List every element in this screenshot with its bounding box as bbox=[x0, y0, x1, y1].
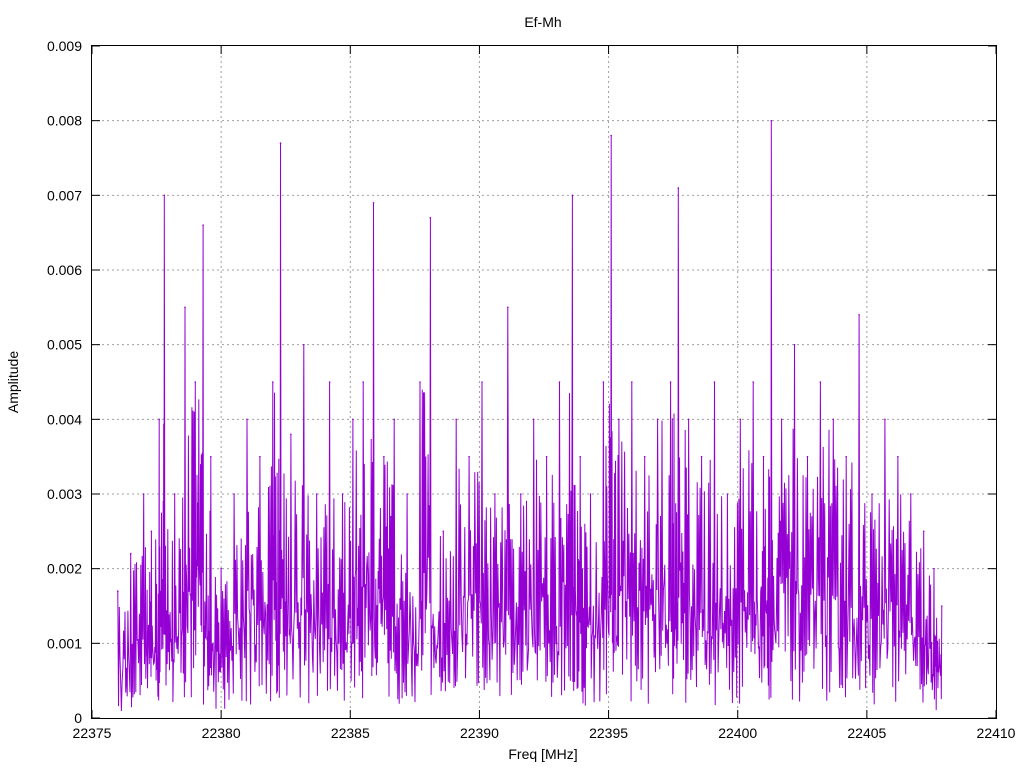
series-peak-point bbox=[290, 433, 292, 436]
amplitude-spectrum-chart: 22375 22380 22385 22390 22395 22400 22405 22410… bbox=[0, 0, 1024, 768]
series-peak-point bbox=[142, 493, 145, 495]
series-peak-point bbox=[806, 455, 809, 458]
series-peak-point bbox=[832, 418, 835, 421]
series-peak-point bbox=[780, 418, 783, 421]
series-peak-point bbox=[302, 343, 305, 346]
series-peak-point bbox=[184, 306, 186, 309]
series-peak-point bbox=[589, 493, 592, 495]
series-peak-point bbox=[610, 134, 612, 137]
series-peak-point bbox=[419, 381, 421, 383]
series-peak-point bbox=[940, 605, 943, 607]
series-peak-point bbox=[341, 493, 344, 495]
series-peak-point bbox=[558, 381, 561, 383]
y-tick-label: 0.007 bbox=[47, 187, 82, 203]
series-peak-point bbox=[656, 418, 659, 421]
series-peak-point bbox=[933, 567, 935, 570]
series-peak-point bbox=[819, 381, 822, 383]
series-peak-point bbox=[406, 493, 408, 495]
series-peak-point bbox=[494, 493, 496, 495]
series-peak-point bbox=[739, 418, 742, 421]
series-peak-point bbox=[220, 567, 222, 570]
series-peak-point bbox=[202, 224, 204, 226]
series-peak-point bbox=[173, 493, 176, 495]
series-peak-point bbox=[352, 418, 354, 421]
y-tick-label: 0 bbox=[74, 710, 82, 726]
y-tick-label: 0.001 bbox=[47, 635, 82, 651]
series-peak-point bbox=[845, 455, 847, 458]
series-peak-point bbox=[150, 530, 153, 533]
y-tick-label: 0.003 bbox=[47, 486, 82, 502]
series-peak-point bbox=[532, 418, 535, 421]
series-peak-point bbox=[858, 314, 860, 316]
series-peak-point bbox=[163, 194, 166, 197]
series-peak-point bbox=[507, 306, 509, 309]
series-peak-point bbox=[579, 455, 581, 458]
series-peak-point bbox=[279, 142, 282, 144]
series-peak-point bbox=[726, 493, 729, 495]
series-peak-point bbox=[602, 381, 605, 383]
series-peak-point bbox=[383, 455, 385, 458]
y-tick-label: 0.006 bbox=[47, 262, 82, 278]
series-peak-point bbox=[922, 530, 925, 533]
y-tick-label: 0.005 bbox=[47, 337, 82, 353]
series-peak-point bbox=[700, 455, 703, 458]
series-peak-point bbox=[442, 530, 445, 533]
series-peak-point bbox=[372, 202, 375, 204]
series-peak-point bbox=[884, 418, 886, 421]
series-peak-point bbox=[117, 590, 119, 592]
x-tick-label: 22400 bbox=[718, 725, 757, 741]
series-peak-point bbox=[455, 418, 457, 421]
series-peak-point bbox=[429, 216, 432, 219]
x-tick-label: 22395 bbox=[589, 725, 628, 741]
series-peak-point bbox=[793, 343, 796, 346]
series-peak-point bbox=[752, 381, 755, 383]
x-tick-label: 22410 bbox=[977, 725, 1016, 741]
x-tick-label: 22390 bbox=[460, 725, 499, 741]
series-peak-point bbox=[362, 381, 365, 383]
x-tick-label: 22385 bbox=[331, 725, 370, 741]
y-axis-label: Amplitude bbox=[5, 351, 21, 413]
series-peak-point bbox=[194, 381, 197, 383]
series-peak-point bbox=[272, 381, 274, 383]
series-peak-point bbox=[897, 455, 899, 458]
series-peak-point bbox=[259, 455, 261, 458]
series-peak-point bbox=[328, 381, 331, 383]
series-peak-point bbox=[713, 381, 716, 383]
chart-title: Ef-Mh bbox=[524, 14, 561, 30]
series-peak-point bbox=[643, 455, 646, 458]
series-peak-point bbox=[393, 418, 395, 421]
x-tick-label: 22375 bbox=[73, 725, 112, 741]
series-peak-point bbox=[519, 493, 522, 495]
series-peak-point bbox=[618, 418, 620, 421]
series-peak-point bbox=[315, 493, 318, 495]
y-tick-label: 0.008 bbox=[47, 113, 82, 129]
y-tick-label: 0.002 bbox=[47, 561, 82, 577]
series-peak-point bbox=[669, 381, 672, 383]
series-peak-point bbox=[481, 381, 483, 383]
x-tick-label: 22380 bbox=[202, 725, 241, 741]
y-tick-label: 0.004 bbox=[47, 411, 82, 427]
series-peak-point bbox=[545, 455, 548, 458]
series-peak-point bbox=[631, 381, 633, 383]
series-peak-point bbox=[687, 418, 690, 421]
series-peak-point bbox=[129, 552, 132, 555]
series-peak-point bbox=[468, 455, 470, 458]
series-peak-point bbox=[158, 418, 160, 421]
series-peak-point bbox=[571, 194, 574, 197]
series-peak-point bbox=[677, 187, 680, 189]
series-peak-point bbox=[762, 455, 765, 458]
series-peak-point bbox=[909, 493, 912, 495]
x-axis-label: Freq [MHz] bbox=[508, 746, 577, 762]
series-peak-point bbox=[871, 493, 873, 495]
x-tick-label: 22405 bbox=[847, 725, 886, 741]
series-peak-point bbox=[246, 418, 248, 421]
series-peak-point bbox=[210, 455, 212, 458]
series-peak-point bbox=[770, 119, 773, 122]
y-tick-label: 0.009 bbox=[47, 38, 82, 54]
series-peak-point bbox=[233, 493, 235, 495]
